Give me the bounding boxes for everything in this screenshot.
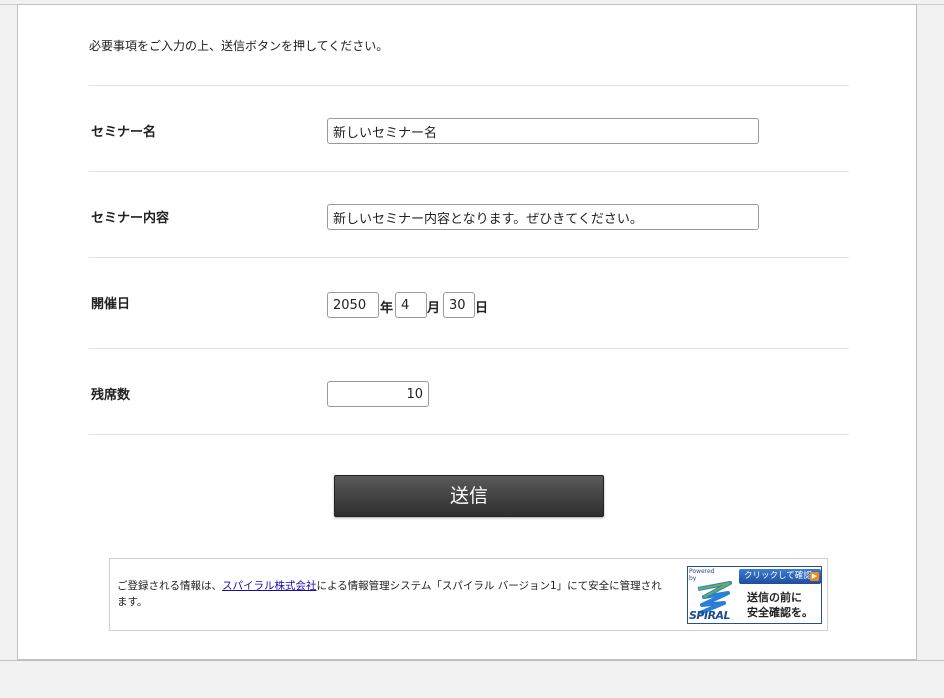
remaining-seats-input[interactable] xyxy=(327,381,429,407)
seminar-name-input[interactable] xyxy=(327,118,759,144)
event-month-input[interactable] xyxy=(395,292,427,318)
divider xyxy=(89,257,849,258)
spiral-wordmark: SPIRAL xyxy=(689,609,731,622)
seminar-content-label: セミナー内容 xyxy=(91,211,170,226)
seminar-content-input[interactable] xyxy=(327,204,759,230)
submit-button[interactable]: 送信 xyxy=(334,475,604,517)
click-to-confirm-button[interactable]: クリックして確認 ▶ xyxy=(739,569,821,584)
spiral-security-badge[interactable]: Powered by SPIRAL クリックして確認 ▶ 送信の前に 安全確認を… xyxy=(687,566,822,624)
event-day-input[interactable] xyxy=(443,292,475,318)
divider xyxy=(89,348,849,349)
divider xyxy=(89,171,849,172)
bottom-border xyxy=(0,660,944,661)
form-panel: 必要事項をご入力の上、送信ボタンを押してください。 セミナー名 セミナー内容 開… xyxy=(17,4,917,660)
play-arrow-icon: ▶ xyxy=(810,572,819,581)
divider xyxy=(89,85,849,86)
month-unit: 月 xyxy=(427,301,441,316)
day-unit: 日 xyxy=(475,301,489,316)
click-to-confirm-label: クリックして確認 xyxy=(744,571,812,581)
remaining-seats-label: 残席数 xyxy=(91,388,131,403)
year-unit: 年 xyxy=(380,301,394,316)
event-year-input[interactable] xyxy=(327,292,379,318)
spiral-company-link[interactable]: スパイラル株式会社 xyxy=(222,580,317,592)
badge-line2: 安全確認を。 xyxy=(747,606,813,619)
event-date-label: 開催日 xyxy=(91,297,131,312)
seminar-name-label: セミナー名 xyxy=(91,125,157,140)
intro-text: 必要事項をご入力の上、送信ボタンを押してください。 xyxy=(89,39,389,53)
notice-prefix: ご登録される情報は、 xyxy=(117,580,222,592)
badge-line1: 送信の前に xyxy=(747,591,802,604)
notice-text: ご登録される情報は、スパイラル株式会社による情報管理システム「スパイラル バージ… xyxy=(117,578,672,610)
divider xyxy=(89,434,849,435)
security-notice: ご登録される情報は、スパイラル株式会社による情報管理システム「スパイラル バージ… xyxy=(109,558,828,631)
